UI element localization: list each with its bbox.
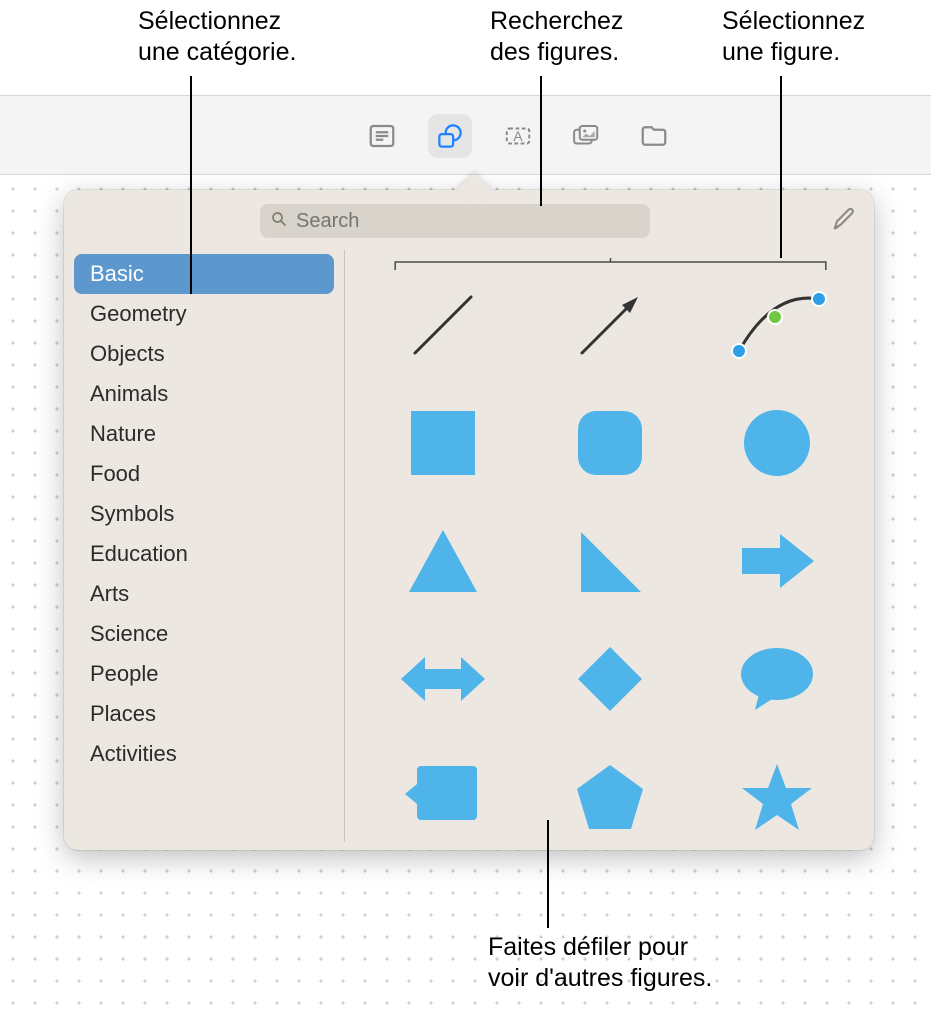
search-icon [270,210,288,233]
callout-select-category: Sélectionnez une catégorie. [138,6,296,69]
category-item[interactable]: Arts [74,574,334,614]
category-item[interactable]: Science [74,614,334,654]
shape-speech-bubble[interactable] [732,634,822,724]
shape-line[interactable] [398,280,488,370]
toolbar-icons: A [360,114,676,158]
textbox-icon[interactable]: A [496,114,540,158]
category-item[interactable]: Objects [74,334,334,374]
callout-search-shapes: Recherchez des figures. [490,6,623,69]
category-item[interactable]: People [74,654,334,694]
shape-curve[interactable] [732,280,822,370]
shape-pentagon[interactable] [565,752,655,842]
shape-circle[interactable] [732,398,822,488]
shapes-grid [369,280,850,842]
search-field[interactable] [260,204,650,238]
selection-bracket [393,258,828,272]
shape-star[interactable] [732,752,822,842]
shapes-popover: BasicGeometryObjectsAnimalsNatureFoodSym… [64,190,874,850]
category-item[interactable]: Education [74,534,334,574]
toolbar: A [0,95,931,175]
search-input[interactable] [296,210,640,233]
category-sidebar: BasicGeometryObjectsAnimalsNatureFoodSym… [64,248,344,850]
category-item[interactable]: Symbols [74,494,334,534]
callout-select-shape: Sélectionnez une figure. [722,6,865,69]
shape-callout-square[interactable] [398,752,488,842]
category-item[interactable]: Geometry [74,294,334,334]
shape-rounded-square[interactable] [565,398,655,488]
category-item[interactable]: Food [74,454,334,494]
shape-square[interactable] [398,398,488,488]
shape-right-triangle[interactable] [565,516,655,606]
shape-double-arrow[interactable] [398,634,488,724]
popover-body: BasicGeometryObjectsAnimalsNatureFoodSym… [64,248,874,850]
shape-diamond[interactable] [565,634,655,724]
category-item[interactable]: Nature [74,414,334,454]
popover-header [64,190,874,248]
text-body-icon[interactable] [360,114,404,158]
shape-arrow-right[interactable] [732,516,822,606]
shape-triangle[interactable] [398,516,488,606]
category-item[interactable]: Places [74,694,334,734]
shape-arrow-line[interactable] [565,280,655,370]
category-item[interactable]: Animals [74,374,334,414]
category-item[interactable]: Activities [74,734,334,774]
pen-tool-button[interactable] [830,205,858,238]
category-item[interactable]: Basic [74,254,334,294]
shapes-area [345,248,874,850]
media-icon[interactable] [564,114,608,158]
svg-text:A: A [513,129,523,144]
shapes-icon[interactable] [428,114,472,158]
folder-icon[interactable] [632,114,676,158]
